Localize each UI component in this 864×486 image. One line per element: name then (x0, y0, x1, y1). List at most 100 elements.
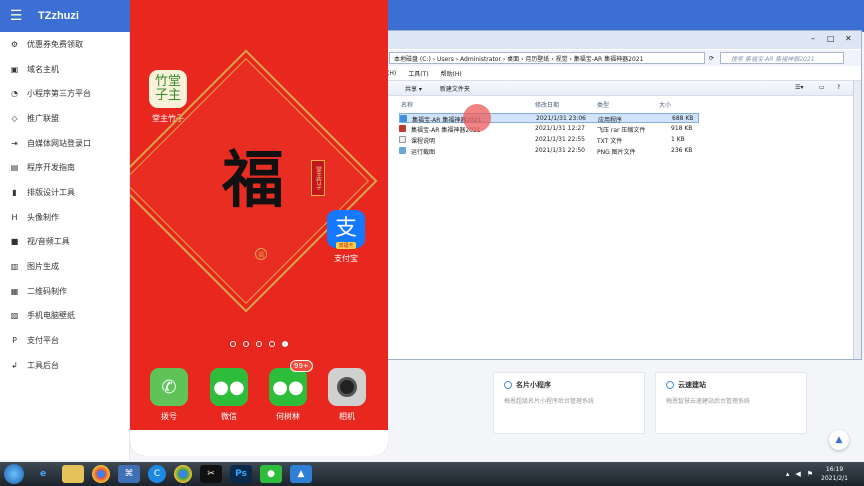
address-path[interactable]: 本地磁盘 (C:) › Users › Administrator › 桌面 ›… (389, 52, 705, 64)
column-name[interactable]: 名称 (401, 100, 413, 109)
column-headers: 名称 修改日期 类型 大小 (387, 97, 861, 111)
sidebar-item-label: 视/音频工具 (27, 237, 70, 247)
chrome2-icon[interactable] (174, 465, 192, 483)
pay-icon: P (12, 336, 17, 346)
hamburger-menu-icon[interactable]: ☰ (0, 0, 32, 32)
file-size: 688 KB (672, 115, 694, 122)
page-dot-active[interactable] (282, 341, 288, 347)
sidebar-item-miniprogram[interactable]: ◔ 小程序第三方平台 (0, 81, 129, 106)
capcut-icon[interactable]: ✂ (200, 465, 222, 483)
card-cloud-site[interactable]: 云速建站 梅恩智慧云速建站后台管理系统 (655, 372, 807, 434)
share-button[interactable]: 共享 ▾ (405, 84, 422, 93)
exe-file-icon (400, 115, 407, 122)
edge-icon[interactable]: C (148, 465, 166, 483)
wechat-icon: ●● (269, 368, 307, 406)
sidebar-item-label: 手机电脑壁纸 (27, 311, 75, 321)
file-row[interactable]: 运行截图 2021/1/31 22:50 PNG 图片文件 236 KB (399, 146, 699, 156)
file-row[interactable]: 集福宝-AR 集福神器2021 2021/1/31 23:06 应用程序 688… (399, 113, 699, 124)
app-label: 支付宝 (334, 254, 358, 263)
sidebar-item-domain[interactable]: ▣ 域名主机 (0, 57, 129, 82)
wallpaper-icon: ▨ (10, 311, 19, 321)
sidebar-item-avatar[interactable]: H 头像制作 (0, 205, 129, 230)
app-dialer[interactable]: ✆ 拨号 (150, 368, 188, 422)
file-row[interactable]: 集福宝-AR 集福神器2021 2021/1/31 12:27 飞压 rar 压… (399, 124, 699, 134)
new-folder-button[interactable]: 新建文件夹 (440, 84, 470, 93)
sidebar-item-affiliate[interactable]: ◇ 推广联盟 (0, 106, 129, 131)
file-type: PNG 图片文件 (597, 149, 636, 156)
file-row[interactable]: 课程说明 2021/1/31 22:55 TXT 文件 1 KB (399, 135, 699, 145)
app-title: TZzhuzi (38, 10, 79, 22)
minimize-icon[interactable]: – (811, 34, 815, 43)
fu-seal: 堂主竹子 (311, 160, 325, 196)
maximize-icon[interactable]: □ (827, 34, 835, 43)
app-label: 拨号 (161, 412, 177, 421)
app-icon[interactable]: ⌘ (118, 465, 140, 483)
file-type: 飞压 rar 压缩文件 (597, 127, 646, 134)
diamond-icon: ◇ (11, 113, 18, 123)
file-date: 2021/1/31 22:55 (535, 136, 585, 143)
sidebar-item-payment[interactable]: P 支付平台 (0, 328, 129, 353)
close-icon[interactable]: ✕ (845, 34, 852, 43)
phone-icon: ✆ (150, 368, 188, 406)
card-card-miniprogram[interactable]: 名片小程序 梅恩超级名片小程序后台管理系统 (493, 372, 645, 434)
menu-item-help[interactable]: 帮助(H) (441, 69, 462, 78)
clock-time: 16:19 (825, 466, 844, 473)
sidebar-item-label: 头像制作 (27, 212, 59, 222)
app-wechat-2[interactable]: ●● 何树林 (269, 368, 307, 422)
sidebar-item-backend[interactable]: ↲ 工具后台 (0, 353, 129, 378)
sidebar-item-image-gen[interactable]: ▥ 图片生成 (0, 254, 129, 279)
menu-item-tools[interactable]: 工具(T) (408, 69, 428, 78)
tool-icon[interactable]: ▲ (290, 465, 312, 483)
card-title: 云速建站 (678, 381, 706, 389)
folder-icon[interactable] (62, 465, 84, 483)
app-camera[interactable]: 相机 (328, 368, 366, 422)
menu-item-help-h[interactable]: (H) (387, 70, 396, 77)
menu-bar: (H) 工具(T) 帮助(H) (387, 67, 861, 79)
search-input[interactable]: 搜索 集福宝-AR 集福神器2021 (720, 52, 845, 64)
scroll-to-top-button[interactable]: ▲ (829, 430, 849, 450)
sidebar-item-av-tools[interactable]: ■ 视/音频工具 (0, 230, 129, 255)
column-size[interactable]: 大小 (659, 100, 671, 109)
column-type[interactable]: 类型 (597, 100, 609, 109)
app-label: 何树林 (276, 412, 300, 421)
app-wechat[interactable]: ●● 微信 (210, 368, 248, 422)
file-size: 1 KB (671, 136, 685, 143)
sidebar-item-label: 小程序第三方平台 (27, 89, 91, 99)
refresh-icon[interactable]: ⟳ (709, 55, 714, 62)
ie-icon[interactable]: e (32, 465, 54, 483)
fu-logo: 福 (255, 248, 267, 260)
page-dot[interactable] (269, 341, 275, 347)
scrollbar[interactable] (853, 81, 861, 359)
image-file-icon (399, 147, 406, 154)
flag-icon[interactable]: ⚑ (807, 470, 813, 478)
sidebar-item-dev-guide[interactable]: ▤ 程序开发指南 (0, 155, 129, 180)
sidebar-item-media-login[interactable]: ⇥ 自媒体网站登录口 (0, 131, 129, 156)
page-dot[interactable] (243, 341, 249, 347)
app-label: 相机 (339, 412, 355, 421)
page-indicator (230, 341, 295, 347)
sidebar-item-qrcode[interactable]: ▦ 二维码制作 (0, 279, 129, 304)
sidebar-item-wallpaper[interactable]: ▨ 手机电脑壁纸 (0, 304, 129, 329)
sidebar-item-coupon[interactable]: ⚙ 优惠券免费领取 (0, 32, 129, 57)
app-alipay[interactable]: 支 双福卡 支付宝 (327, 210, 365, 264)
page-dot[interactable] (256, 341, 262, 347)
file-type: TXT 文件 (597, 138, 623, 145)
start-button[interactable] (4, 464, 24, 484)
sidebar-item-label: 工具后台 (27, 360, 59, 370)
clock[interactable]: 16:19 2021/2/1 (821, 465, 848, 483)
view-options-icon[interactable]: ☰▾ (795, 84, 803, 91)
sidebar-item-layout-tools[interactable]: ▮ 排版设计工具 (0, 180, 129, 205)
chrome-icon[interactable] (92, 465, 110, 483)
wechat-icon[interactable]: ● (260, 465, 282, 483)
file-date: 2021/1/31 23:06 (536, 115, 586, 122)
preview-pane-icon[interactable]: ▭ (819, 84, 825, 91)
miniprogram-icon: ◔ (11, 89, 18, 99)
volume-icon[interactable]: ◀ (795, 470, 800, 478)
network-icon[interactable]: ▴ (786, 470, 790, 478)
file-size: 236 KB (671, 147, 693, 154)
alipay-sub-badge: 双福卡 (336, 241, 356, 249)
column-date[interactable]: 修改日期 (535, 100, 559, 109)
photoshop-icon[interactable]: Ps (230, 465, 252, 483)
page-dot[interactable] (230, 341, 236, 347)
help-icon[interactable]: ? (837, 84, 840, 91)
